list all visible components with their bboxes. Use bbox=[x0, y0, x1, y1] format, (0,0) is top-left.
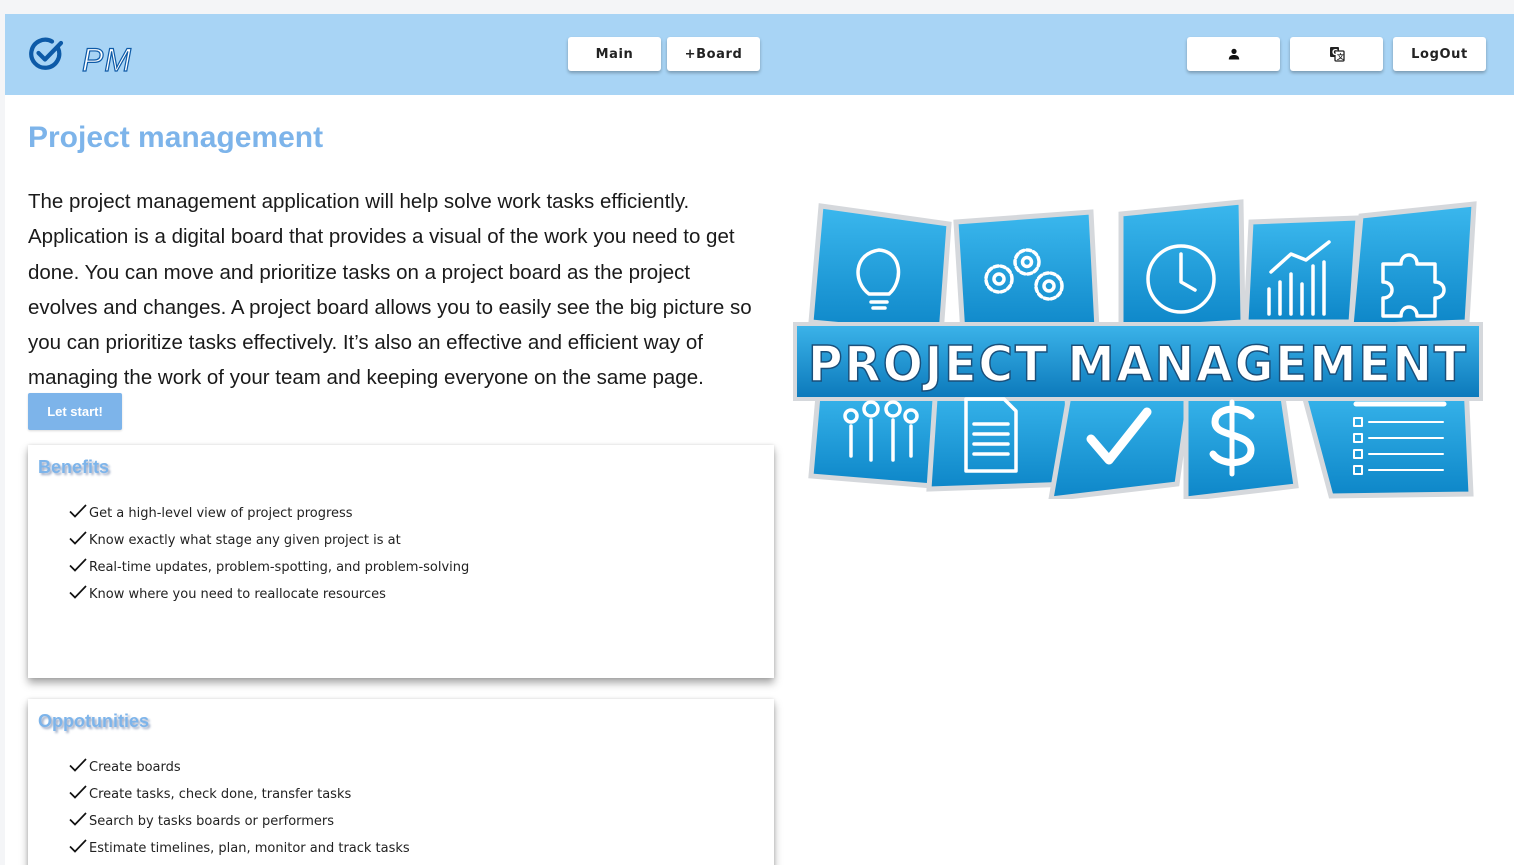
logo-text[interactable]: PM bbox=[81, 41, 132, 79]
list-item: Know exactly what stage any given projec… bbox=[68, 522, 469, 549]
opportunities-list: Create boards Create tasks, check done, … bbox=[68, 749, 410, 857]
checkmark-icon bbox=[69, 504, 87, 518]
translate-icon: G 文 bbox=[1329, 47, 1345, 62]
checkmark-icon bbox=[69, 812, 87, 826]
header-bar: PM Main +Board G 文 LogOut bbox=[5, 14, 1514, 95]
list-item: Create boards bbox=[68, 749, 410, 776]
page-title: Project management bbox=[28, 121, 324, 154]
profile-button[interactable] bbox=[1187, 37, 1280, 71]
checkmark-icon bbox=[69, 758, 87, 772]
opportunities-card: Oppotunities Create boards Create tasks,… bbox=[28, 699, 774, 865]
app-window: PM Main +Board G 文 LogOut Project manage… bbox=[5, 14, 1514, 865]
svg-text:文: 文 bbox=[1337, 52, 1345, 61]
list-item: Know where you need to reallocate resour… bbox=[68, 576, 469, 603]
start-button[interactable]: Let start! bbox=[28, 393, 122, 430]
check-circle-icon[interactable] bbox=[28, 36, 64, 72]
main-nav-button[interactable]: Main bbox=[568, 37, 661, 71]
list-item: Estimate timelines, plan, monitor and tr… bbox=[68, 830, 410, 857]
checkmark-icon bbox=[69, 785, 87, 799]
logout-button[interactable]: LogOut bbox=[1393, 37, 1486, 71]
checkmark-icon bbox=[69, 531, 87, 545]
list-item: Get a high-level view of project progres… bbox=[68, 495, 469, 522]
benefits-title: Benefits bbox=[38, 457, 110, 477]
add-board-button[interactable]: +Board bbox=[667, 37, 760, 71]
checkmark-icon bbox=[69, 585, 87, 599]
list-item: Create tasks, check done, transfer tasks bbox=[68, 776, 410, 803]
list-item: Search by tasks boards or performers bbox=[68, 803, 410, 830]
intro-paragraph: The project management application will … bbox=[28, 190, 752, 390]
benefits-card: Benefits Get a high-level view of projec… bbox=[28, 445, 774, 678]
language-button[interactable]: G 文 bbox=[1290, 37, 1383, 71]
checkmark-icon bbox=[69, 558, 87, 572]
person-icon bbox=[1228, 48, 1239, 60]
checkmark-icon bbox=[69, 839, 87, 853]
opportunities-title: Oppotunities bbox=[38, 711, 149, 731]
project-management-illustration: PROJECT MANAGEMENT bbox=[793, 199, 1483, 499]
benefits-list: Get a high-level view of project progres… bbox=[68, 495, 469, 603]
banner-text: PROJECT MANAGEMENT bbox=[808, 336, 1468, 393]
list-item: Real-time updates, problem-spotting, and… bbox=[68, 549, 469, 576]
